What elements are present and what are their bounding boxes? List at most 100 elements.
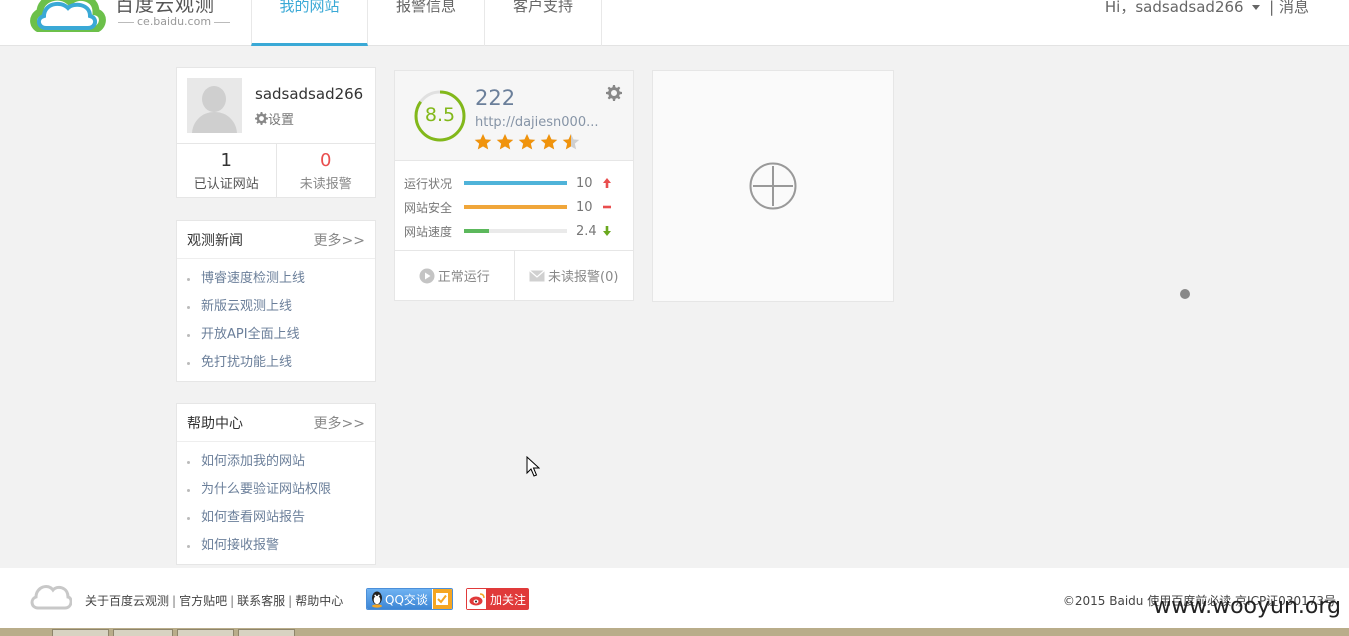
site-card-summary: 8.5 222 http://dajiesn000... [395,71,633,161]
taskbar-button[interactable] [113,629,173,636]
footer-link-help[interactable]: 帮助中心 [295,594,343,608]
metric-bar-fill [464,181,567,185]
avatar[interactable] [187,78,242,133]
header-divider: | [1269,0,1275,16]
gear-icon[interactable] [606,85,622,101]
qq-chat-button[interactable]: QQ交谈 [366,588,453,610]
mouse-cursor-icon [526,456,540,477]
running-status-button[interactable]: 正常运行 [395,251,514,300]
news-more-link[interactable]: 更多>> [314,230,365,250]
nav-my-sites[interactable]: 我的网站 [251,0,368,46]
qq-penguin-icon [372,591,382,608]
unread-alerts-button[interactable]: 未读报警(0) [513,251,634,300]
loading-dot [1180,289,1190,299]
help-item[interactable]: 如何接收报警 [187,532,375,560]
help-more-link[interactable]: 更多>> [314,413,365,433]
nav-support[interactable]: 客户支持 [485,0,602,46]
messages-link[interactable]: 消息 [1279,0,1309,16]
user-greeting[interactable]: Hi，sadsadsad266 [1105,0,1244,16]
help-panel: 帮助中心 更多>> 如何添加我的网站 为什么要验证网站权限 如何查看网站报告 如… [176,403,376,565]
news-item[interactable]: 新版云观测上线 [187,293,375,321]
help-item[interactable]: 为什么要验证网站权限 [187,476,375,504]
help-title: 帮助中心 [187,415,243,432]
metric-value: 10 [576,199,593,215]
chevron-down-icon[interactable] [1252,5,1261,10]
gear-icon [255,112,268,125]
metric-value: 2.4 [576,223,597,239]
taskbar-button[interactable] [52,629,109,636]
verified-count: 1 [220,150,232,171]
news-item[interactable]: 免打扰功能上线 [187,349,375,377]
unread-alerts-label: 未读报警(0) [548,270,619,285]
star-icon [496,133,514,150]
star-icon [518,133,536,150]
logo-subtitle: ce.baidu.com [115,15,233,28]
add-site-card[interactable] [652,70,894,302]
nav-alerts[interactable]: 报警信息 [368,0,485,46]
profile-panel: sadsadsad266 设置 1 已认证网站 0 未读报警 [176,67,376,198]
mail-icon [529,269,545,281]
help-item[interactable]: 如何添加我的网站 [187,448,375,476]
avatar-body-shape [192,112,237,133]
metric-bar-fill [464,229,489,233]
star-icon [562,133,580,150]
unread-label: 未读报警 [299,177,352,192]
news-title: 观测新闻 [187,232,243,249]
weibo-follow-label: 加关注 [487,588,530,610]
site-metrics: 运行状况 10 网站安全 10 网站速度 2.4 [395,171,633,243]
taskbar-button[interactable] [238,629,295,636]
verified-label: 已认证网站 [193,177,259,192]
footer-link-about[interactable]: 关于百度云观测 [85,594,169,608]
profile-username: sadsadsad266 [255,85,364,103]
star-icon [540,133,558,150]
metric-bar [464,181,567,185]
settings-label: 设置 [268,113,295,128]
news-item[interactable]: 开放API全面上线 [187,321,375,349]
arrow-down-icon [603,226,611,236]
help-list: 如何添加我的网站 为什么要验证网站权限 如何查看网站报告 如何接收报警 [177,442,375,560]
metric-bar [464,205,567,209]
arrow-up-icon [603,178,611,188]
footer-links: 关于百度云观测 | 官方贴吧 | 联系客服 | 帮助中心 [85,594,344,608]
footer-link-contact[interactable]: 联系客服 [237,594,285,608]
news-panel: 观测新闻 更多>> 博睿速度检测上线 新版云观测上线 开放API全面上线 免打扰… [176,220,376,382]
metric-bar-fill [464,205,567,209]
help-header: 帮助中心 更多>> [177,404,375,442]
baidu-cloud-logo[interactable]: 百度云观测 ce.baidu.com [30,0,240,44]
qq-chat-label: QQ交谈 [385,592,428,607]
site-score: 8.5 [424,104,456,126]
help-item[interactable]: 如何查看网站报告 [187,504,375,532]
unread-count: 0 [320,150,332,171]
dash-icon [603,205,611,209]
qq-chat-main: QQ交谈 [367,589,432,609]
news-header: 观测新闻 更多>> [177,221,375,259]
site-card[interactable]: 8.5 222 http://dajiesn000... 运行状况 10 网站安… [394,70,634,301]
site-url[interactable]: http://dajiesn000... [475,115,605,130]
profile-settings-link[interactable]: 设置 [255,109,294,128]
metric-row: 网站安全 10 [395,195,633,219]
watermark-text: www.wooyun.org [1153,594,1341,619]
weibo-follow-button[interactable]: 加关注 [466,588,530,610]
page-footer: 关于百度云观测 | 官方贴吧 | 联系客服 | 帮助中心 QQ交谈 加关注 ©2015 Ba… [0,568,1349,628]
metric-value: 10 [576,175,593,191]
star-rating [474,133,584,150]
metric-label: 运行状况 [404,176,453,191]
footer-link-tieba[interactable]: 官方贴吧 [179,594,227,608]
site-name[interactable]: 222 [475,86,515,110]
running-status-label: 正常运行 [437,270,490,285]
taskbar-button[interactable] [177,629,234,636]
metric-label: 网站速度 [404,224,453,239]
site-card-actions: 正常运行 未读报警(0) [395,250,633,300]
avatar-head-shape [202,86,226,112]
check-icon [431,589,452,609]
top-header: 百度云观测 ce.baidu.com 我的网站 报警信息 客户支持 Hi，sad… [0,0,1349,46]
play-icon [419,268,435,283]
weibo-icon [466,588,487,610]
cloud-logo-icon [30,585,72,610]
add-circle-icon [749,162,797,210]
metric-label: 网站安全 [404,200,453,215]
news-item[interactable]: 博睿速度检测上线 [187,265,375,293]
profile-stats: 1 已认证网站 0 未读报警 [177,143,375,198]
verified-sites-stat[interactable]: 1 已认证网站 [177,144,276,198]
unread-alerts-stat[interactable]: 0 未读报警 [275,144,376,198]
